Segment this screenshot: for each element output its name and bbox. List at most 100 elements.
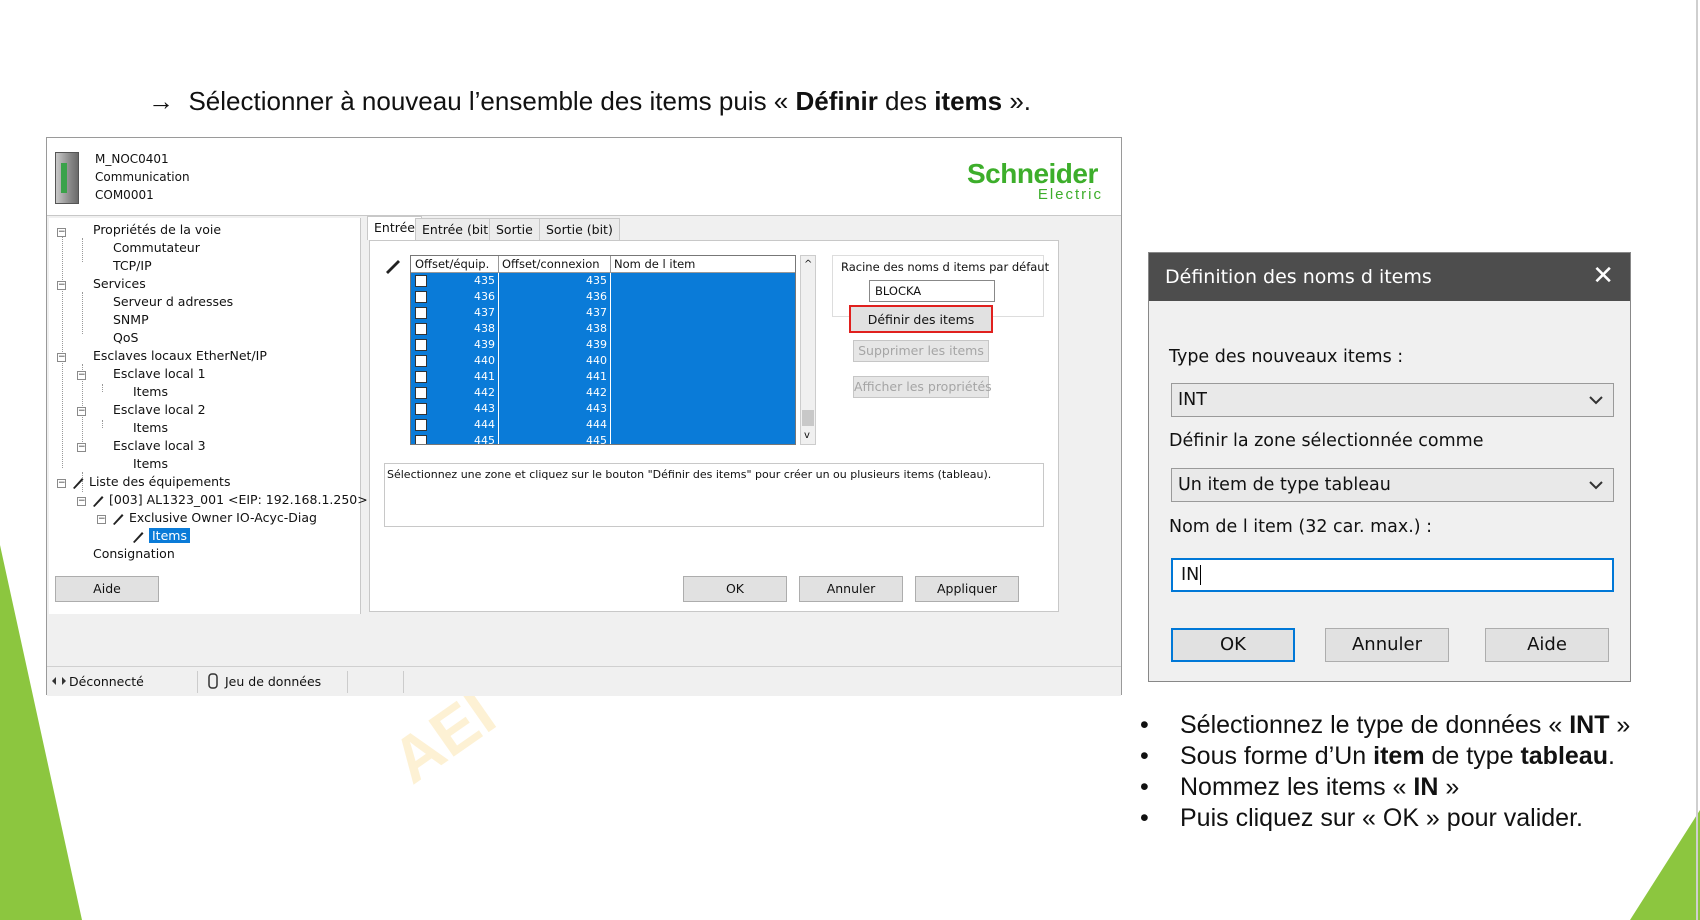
grid-row[interactable]: 442 442: [411, 385, 795, 401]
tab-entree[interactable]: Entrée: [367, 216, 422, 240]
grid-cell-offset-connexion[interactable]: 443: [499, 401, 611, 417]
row-checkbox[interactable]: [415, 323, 427, 335]
tab-entree-bit[interactable]: Entrée (bit): [415, 218, 501, 240]
grid-scrollbar[interactable]: ^ v: [800, 255, 816, 445]
tree-item-commutateur[interactable]: Commutateur: [113, 240, 200, 255]
grid-cell-offset-connexion[interactable]: 438: [499, 321, 611, 337]
tree-item-esclaves[interactable]: Esclaves locaux EtherNet/IP: [93, 348, 267, 363]
collapse-toggle[interactable]: −: [57, 353, 66, 362]
tab-sortie-bit[interactable]: Sortie (bit): [539, 218, 620, 240]
scroll-thumb[interactable]: [802, 410, 814, 426]
grid-cell-nom[interactable]: [611, 401, 795, 417]
tree-item-consignation[interactable]: Consignation: [93, 546, 175, 561]
grid-cell-nom[interactable]: [611, 273, 795, 289]
grid-row[interactable]: 443 443: [411, 401, 795, 417]
grid-row[interactable]: 437 437: [411, 305, 795, 321]
row-checkbox[interactable]: [415, 355, 427, 367]
tree-item-services[interactable]: Services: [93, 276, 146, 291]
collapse-toggle[interactable]: −: [77, 497, 86, 506]
tree-item-local2[interactable]: Esclave local 2: [113, 402, 206, 417]
cancel-button[interactable]: Annuler: [799, 576, 903, 602]
apply-button[interactable]: Appliquer: [915, 576, 1019, 602]
grid-cell-offset-connexion[interactable]: 445: [499, 433, 611, 444]
help-button[interactable]: Aide: [55, 576, 159, 602]
grid-row[interactable]: 444 444: [411, 417, 795, 433]
grid-cell-nom[interactable]: [611, 417, 795, 433]
row-checkbox[interactable]: [415, 387, 427, 399]
tree-item-items3[interactable]: Items: [133, 456, 168, 471]
grid-cell-offset-connexion[interactable]: 435: [499, 273, 611, 289]
tree-item-tcpip[interactable]: TCP/IP: [113, 258, 152, 273]
grid-cell-offset-connexion[interactable]: 442: [499, 385, 611, 401]
grid-cell-nom[interactable]: [611, 385, 795, 401]
grid-row[interactable]: 435 435: [411, 273, 795, 289]
row-checkbox[interactable]: [415, 275, 427, 287]
grid-row[interactable]: 439 439: [411, 337, 795, 353]
dialog-cancel-button[interactable]: Annuler: [1325, 628, 1449, 662]
grid-row[interactable]: 445 445: [411, 433, 795, 444]
items-grid[interactable]: Offset/équip. Offset/connexion Nom de l …: [410, 255, 796, 445]
grid-row[interactable]: 438 438: [411, 321, 795, 337]
tree-item-items2[interactable]: Items: [133, 420, 168, 435]
grid-cell-nom[interactable]: [611, 321, 795, 337]
tree-item-proprietes[interactable]: Propriétés de la voie: [93, 222, 221, 237]
tree-item-device[interactable]: [003] AL1323_001 <EIP: 192.168.1.250>: [91, 492, 368, 508]
default-root-input[interactable]: BLOCKA: [869, 280, 995, 302]
tree-item-local3[interactable]: Esclave local 3: [113, 438, 206, 453]
tree-item-serveur[interactable]: Serveur d adresses: [113, 294, 233, 309]
tree-item-qos[interactable]: QoS: [113, 330, 138, 345]
collapse-toggle[interactable]: −: [77, 371, 86, 380]
grid-row[interactable]: 436 436: [411, 289, 795, 305]
grid-cell-nom[interactable]: [611, 305, 795, 321]
grid-cell-offset-connexion[interactable]: 441: [499, 369, 611, 385]
collapse-toggle[interactable]: −: [57, 281, 66, 290]
row-checkbox[interactable]: [415, 307, 427, 319]
grid-cell-nom[interactable]: [611, 433, 795, 444]
grid-cell-nom[interactable]: [611, 369, 795, 385]
grid-header-nom[interactable]: Nom de l item: [611, 256, 795, 273]
tree-item-items-selected[interactable]: Items: [131, 528, 190, 544]
grid-header-offset-equip[interactable]: Offset/équip.: [411, 256, 499, 273]
close-icon[interactable]: ✕: [1592, 253, 1614, 299]
tab-sortie[interactable]: Sortie: [489, 218, 540, 240]
scroll-up-icon[interactable]: ^: [804, 259, 812, 270]
grid-cell-offset-connexion[interactable]: 437: [499, 305, 611, 321]
show-properties-button[interactable]: Afficher les propriétés: [853, 376, 992, 398]
zone-select[interactable]: Un item de type tableau: [1171, 468, 1614, 502]
collapse-toggle[interactable]: −: [57, 479, 66, 488]
grid-cell-offset-connexion[interactable]: 436: [499, 289, 611, 305]
collapse-toggle[interactable]: −: [57, 228, 66, 237]
tree-item-snmp[interactable]: SNMP: [113, 312, 149, 327]
grid-row[interactable]: 440 440: [411, 353, 795, 369]
collapse-toggle[interactable]: −: [77, 407, 86, 416]
row-checkbox[interactable]: [415, 291, 427, 303]
collapse-toggle[interactable]: −: [97, 515, 106, 524]
ok-button[interactable]: OK: [683, 576, 787, 602]
tree-item-local1[interactable]: Esclave local 1: [113, 366, 206, 381]
dialog-help-button[interactable]: Aide: [1485, 628, 1609, 662]
row-checkbox[interactable]: [415, 339, 427, 351]
tree-item-liste[interactable]: Liste des équipements: [71, 474, 230, 490]
define-items-button[interactable]: Définir des items: [849, 305, 993, 333]
grid-cell-offset-connexion[interactable]: 440: [499, 353, 611, 369]
heading-bold-1: Définir: [795, 86, 878, 116]
tree-item-owner[interactable]: Exclusive Owner IO-Acyc-Diag: [111, 510, 317, 526]
row-checkbox[interactable]: [415, 371, 427, 383]
grid-cell-nom[interactable]: [611, 289, 795, 305]
delete-items-button[interactable]: Supprimer les items: [853, 340, 989, 362]
collapse-toggle[interactable]: −: [77, 443, 86, 452]
row-checkbox[interactable]: [415, 403, 427, 415]
dialog-ok-button[interactable]: OK: [1171, 628, 1295, 662]
grid-cell-nom[interactable]: [611, 353, 795, 369]
row-checkbox[interactable]: [415, 435, 427, 444]
grid-header-offset-connexion[interactable]: Offset/connexion: [499, 256, 611, 273]
item-name-input[interactable]: IN: [1171, 558, 1614, 592]
scroll-down-icon[interactable]: v: [804, 430, 810, 441]
grid-row[interactable]: 441 441: [411, 369, 795, 385]
tree-item-items1[interactable]: Items: [133, 384, 168, 399]
type-select[interactable]: INT: [1171, 383, 1614, 417]
grid-cell-offset-connexion[interactable]: 444: [499, 417, 611, 433]
grid-cell-offset-connexion[interactable]: 439: [499, 337, 611, 353]
row-checkbox[interactable]: [415, 419, 427, 431]
grid-cell-nom[interactable]: [611, 337, 795, 353]
